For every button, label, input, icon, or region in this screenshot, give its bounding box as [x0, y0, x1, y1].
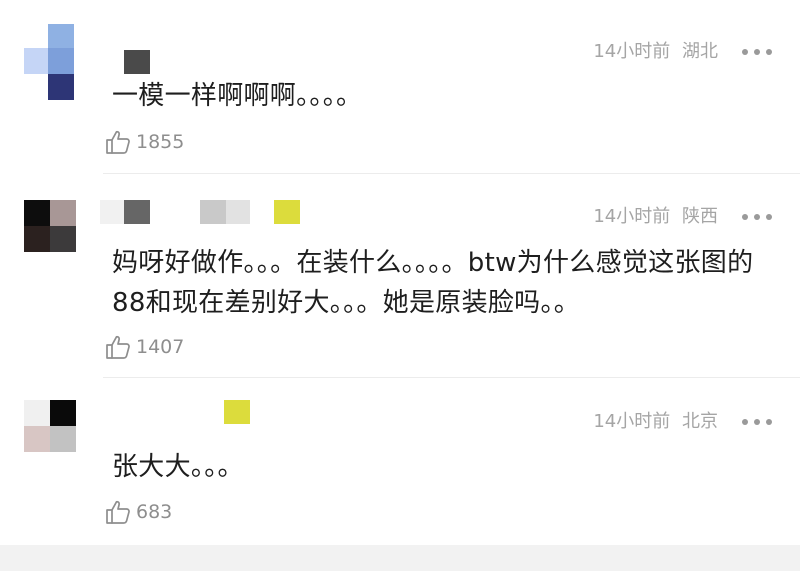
avatar[interactable]: [24, 400, 76, 452]
comment-location: 北京: [682, 411, 718, 432]
like-button[interactable]: 1407: [104, 332, 184, 362]
comment-time: 14小时前: [593, 411, 671, 432]
comment-text: 张大大。。。: [112, 452, 244, 482]
more-dots-icon[interactable]: [742, 418, 772, 426]
like-count: 1855: [136, 131, 185, 153]
like-count: 1407: [136, 336, 185, 358]
comment-meta: 14小时前 陕西: [593, 206, 718, 228]
comment-location: 湖北: [682, 41, 718, 62]
comment-meta: 14小时前 北京: [593, 411, 718, 433]
thumbs-up-icon: [106, 130, 130, 154]
comment-time: 14小时前: [593, 41, 671, 62]
more-dots-icon[interactable]: [742, 48, 772, 56]
footer-bar: [0, 545, 800, 571]
comment-meta: 14小时前 湖北: [593, 41, 718, 63]
like-count: 683: [136, 501, 173, 523]
like-button[interactable]: 1855: [104, 127, 184, 157]
comment-time: 14小时前: [593, 206, 671, 227]
more-dots-icon[interactable]: [742, 213, 772, 221]
avatar[interactable]: [24, 24, 76, 102]
comment-item: 14小时前 湖北 一模一样啊啊啊。。。。 1855: [0, 0, 800, 173]
comment-location: 陕西: [682, 206, 718, 227]
comment-text: 妈呀好做作。。。在装什么。。。。btw为什么感觉这张图的88和现在差别好大。。。…: [112, 248, 754, 318]
comment-item: 14小时前 北京 张大大。。。 683: [0, 378, 800, 544]
comment-item: 14小时前 陕西 妈呀好做作。。。在装什么。。。。btw为什么感觉这张图的88和…: [0, 174, 800, 377]
comment-text: 一模一样啊啊啊。。。。: [112, 81, 363, 111]
thumbs-up-icon: [106, 500, 130, 524]
like-button[interactable]: 683: [104, 497, 172, 527]
avatar[interactable]: [24, 200, 76, 252]
thumbs-up-icon: [106, 335, 130, 359]
